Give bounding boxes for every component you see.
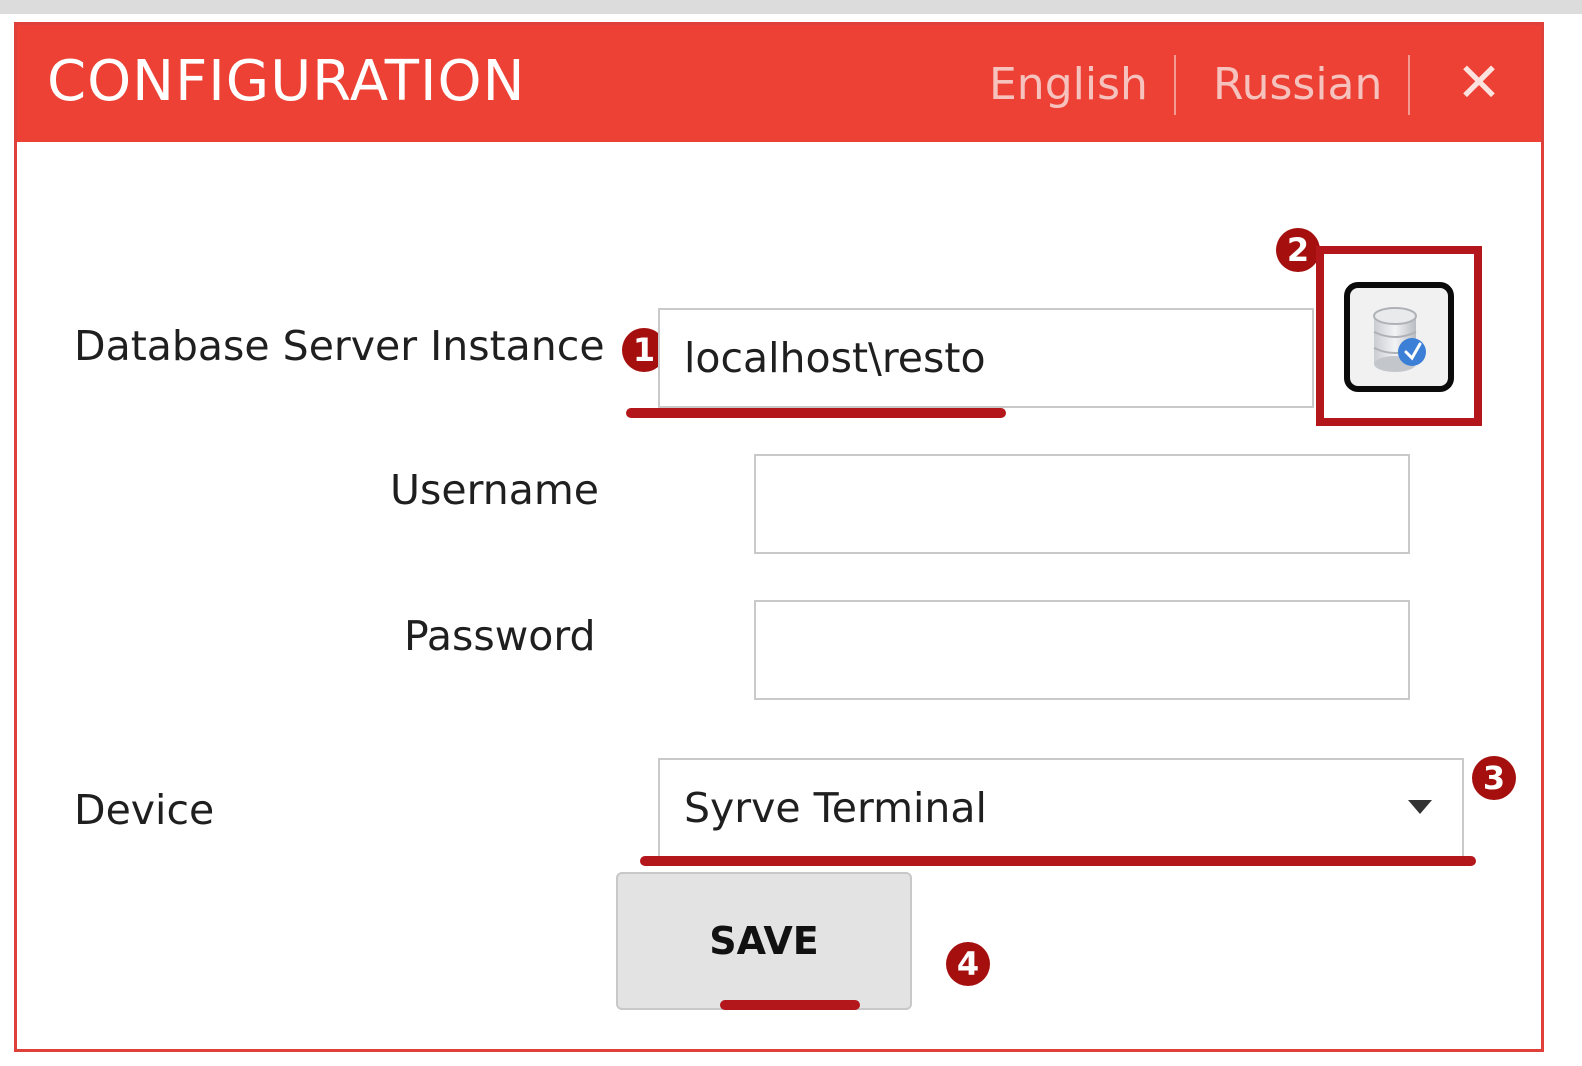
annotation-marker-3: 3 bbox=[1472, 756, 1516, 800]
database-connect-icon bbox=[1373, 307, 1426, 372]
close-separator bbox=[1408, 55, 1410, 115]
password-input[interactable] bbox=[754, 600, 1410, 700]
language-separator bbox=[1174, 55, 1176, 115]
annotation-marker-2: 2 bbox=[1276, 228, 1320, 272]
chevron-down-icon[interactable] bbox=[1408, 800, 1432, 814]
annotation-underline-device bbox=[640, 856, 1476, 866]
server-instance-label: Database Server Instance bbox=[74, 322, 605, 370]
database-connect-button[interactable] bbox=[1344, 282, 1454, 392]
close-icon[interactable]: ✕ bbox=[1449, 53, 1509, 113]
top-strip bbox=[0, 0, 1582, 14]
device-selected-value: Syrve Terminal bbox=[684, 784, 987, 832]
username-label: Username bbox=[390, 466, 600, 514]
save-button[interactable]: SAVE bbox=[616, 872, 912, 1010]
server-instance-input[interactable]: localhost\resto bbox=[658, 308, 1314, 408]
username-input[interactable] bbox=[754, 454, 1410, 554]
title-bar: CONFIGURATION English Russian ✕ bbox=[17, 25, 1541, 142]
language-english-link[interactable]: English bbox=[989, 59, 1148, 110]
device-label: Device bbox=[74, 786, 215, 834]
device-select[interactable]: Syrve Terminal bbox=[658, 758, 1464, 858]
annotation-underline-save bbox=[720, 1000, 860, 1010]
password-label: Password bbox=[404, 612, 596, 660]
annotation-underline-server bbox=[626, 408, 1006, 418]
annotation-marker-4: 4 bbox=[946, 942, 990, 986]
dialog-title: CONFIGURATION bbox=[47, 49, 526, 114]
language-russian-link[interactable]: Russian bbox=[1213, 59, 1382, 110]
